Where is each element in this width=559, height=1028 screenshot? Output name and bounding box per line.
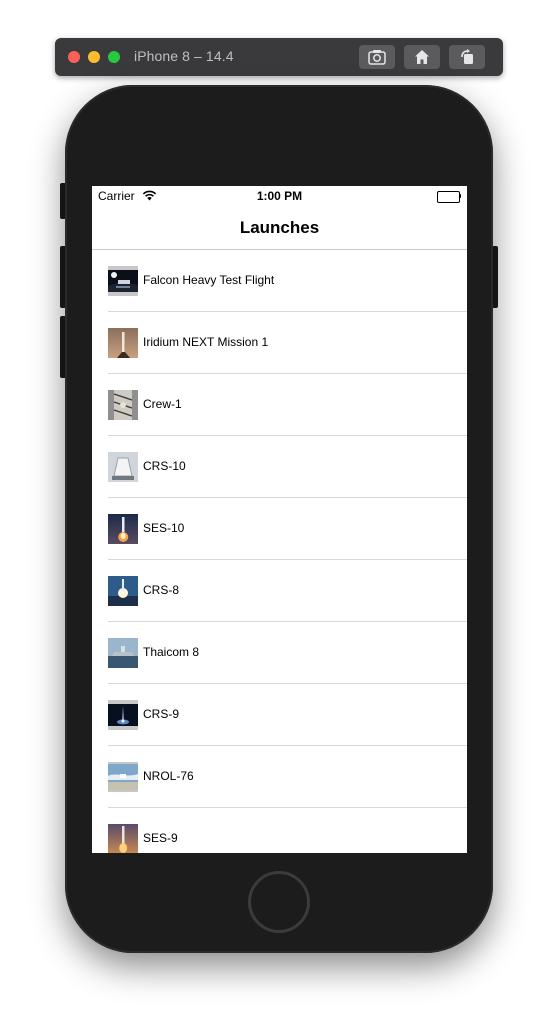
screenshot-icon xyxy=(368,50,386,65)
navigation-bar: Launches xyxy=(92,206,467,250)
launch-name: Iridium NEXT Mission 1 xyxy=(143,335,269,349)
launch-thumbnail xyxy=(108,328,138,358)
simulator-title-bar: iPhone 8 – 14.4 xyxy=(55,38,503,76)
launch-name: Falcon Heavy Test Flight xyxy=(143,273,275,287)
device-screen: Carrier 1:00 PM Launches Falcon Heavy Te… xyxy=(92,186,467,853)
launch-row[interactable]: Thaicom 8 xyxy=(92,622,467,684)
launch-list[interactable]: Falcon Heavy Test Flight Iridium NEXT Mi… xyxy=(92,250,467,853)
launch-row[interactable]: NROL-76 xyxy=(92,746,467,808)
launch-row[interactable]: CRS-8 xyxy=(92,560,467,622)
battery-icon xyxy=(437,191,460,203)
rotate-icon xyxy=(461,49,473,64)
launch-row[interactable]: SES-9 xyxy=(92,808,467,853)
page-title: Launches xyxy=(239,218,320,237)
close-window-button[interactable] xyxy=(68,51,80,63)
launch-row[interactable]: Crew-1 xyxy=(92,374,467,436)
launch-name: Crew-1 xyxy=(143,397,182,411)
simulator-title: iPhone 8 – 14.4 xyxy=(134,48,234,64)
launch-thumbnail xyxy=(108,452,138,482)
launch-name: Thaicom 8 xyxy=(143,645,200,659)
maximize-window-button[interactable] xyxy=(108,51,120,63)
launch-thumbnail xyxy=(108,762,138,792)
launch-name: CRS-10 xyxy=(143,459,186,473)
launch-thumbnail xyxy=(108,700,138,730)
launch-thumbnail xyxy=(108,576,138,606)
launch-row[interactable]: Falcon Heavy Test Flight xyxy=(92,250,467,312)
home-button-toolbar[interactable] xyxy=(404,45,440,69)
launch-thumbnail xyxy=(108,514,138,544)
rotate-button[interactable] xyxy=(449,45,485,69)
launch-thumbnail xyxy=(108,390,138,420)
launch-thumbnail xyxy=(108,266,138,296)
launch-row[interactable]: CRS-9 xyxy=(92,684,467,746)
launch-name: CRS-9 xyxy=(143,707,180,721)
launch-row[interactable]: SES-10 xyxy=(92,498,467,560)
launch-thumbnail xyxy=(108,824,138,853)
minimize-window-button[interactable] xyxy=(88,51,100,63)
launch-name: SES-9 xyxy=(143,831,178,845)
battery-tip xyxy=(459,194,461,198)
status-bar: Carrier 1:00 PM xyxy=(92,186,467,206)
launch-thumbnail xyxy=(108,638,138,668)
home-icon xyxy=(415,50,429,64)
device-home-button[interactable] xyxy=(248,871,310,933)
launch-name: SES-10 xyxy=(143,521,185,535)
launch-name: NROL-76 xyxy=(143,769,194,783)
status-time: 1:00 PM xyxy=(256,189,303,203)
launch-name: CRS-8 xyxy=(143,583,180,597)
launch-row[interactable]: CRS-10 xyxy=(92,436,467,498)
launch-row[interactable]: Iridium NEXT Mission 1 xyxy=(92,312,467,374)
screenshot-button[interactable] xyxy=(359,45,395,69)
